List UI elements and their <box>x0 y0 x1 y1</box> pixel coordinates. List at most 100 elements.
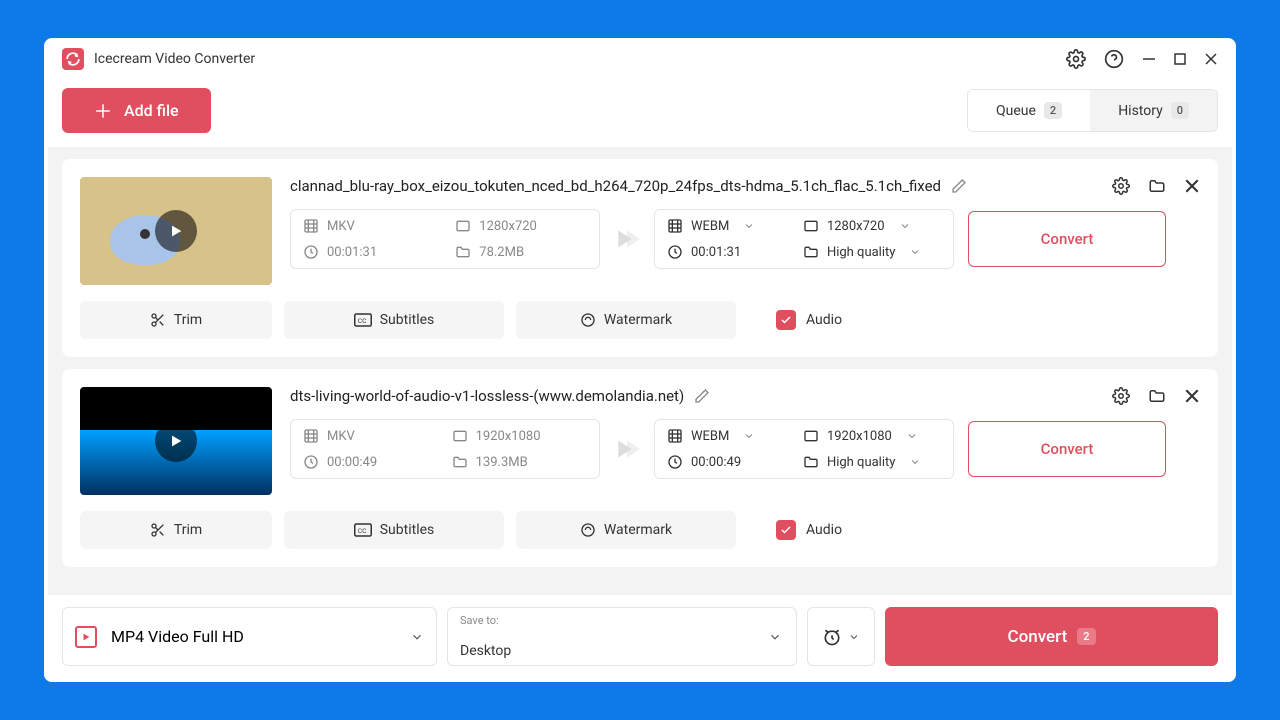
add-file-label: Add file <box>124 101 179 120</box>
audio-checkbox[interactable]: Audio <box>776 520 842 540</box>
source-info: MKV 1280x720 00:01:31 78.2MB <box>290 209 600 269</box>
tabs: Queue 2 History 0 <box>967 89 1218 132</box>
watermark-button[interactable]: Watermark <box>516 301 736 339</box>
clock-icon <box>667 244 683 260</box>
chevron-down-icon <box>768 630 782 644</box>
source-duration: 00:01:31 <box>327 245 377 260</box>
alarm-clock-icon <box>822 627 842 647</box>
audio-label: Audio <box>806 312 842 328</box>
clock-icon <box>303 454 319 470</box>
chevron-down-icon <box>909 246 921 258</box>
tab-queue[interactable]: Queue 2 <box>968 90 1090 131</box>
queue-list[interactable]: clannad_blu-ray_box_eizou_tokuten_nced_b… <box>48 147 1232 595</box>
video-thumbnail[interactable] <box>80 387 272 495</box>
chevron-down-icon <box>899 220 911 232</box>
arrow-right-icon <box>614 226 640 252</box>
chevron-down-icon <box>906 430 918 442</box>
chevron-down-icon <box>848 631 860 643</box>
remove-item-icon[interactable] <box>1184 387 1200 405</box>
check-icon <box>780 314 792 326</box>
svg-text:CC: CC <box>357 527 366 535</box>
trim-button[interactable]: Trim <box>80 511 272 549</box>
output-format-select[interactable]: WEBM <box>667 428 775 444</box>
output-quality-select[interactable]: High quality <box>803 454 941 470</box>
output-duration: 00:00:49 <box>667 454 775 470</box>
footer: MP4 Video Full HD Save to: Desktop Conve… <box>44 595 1236 682</box>
close-icon[interactable] <box>1204 52 1218 66</box>
app-window: Icecream Video Converter Add file Queue … <box>44 38 1236 682</box>
open-folder-icon[interactable] <box>1148 387 1166 405</box>
app-title: Icecream Video Converter <box>94 51 255 67</box>
source-resolution: 1920x1080 <box>476 429 541 444</box>
check-icon <box>780 524 792 536</box>
queue-badge: 2 <box>1044 102 1062 119</box>
open-folder-icon[interactable] <box>1148 177 1166 195</box>
item-settings-icon[interactable] <box>1112 387 1130 405</box>
saveto-label: Save to: <box>460 614 784 627</box>
settings-icon[interactable] <box>1066 49 1086 69</box>
schedule-button[interactable] <box>807 607 875 666</box>
source-size: 78.2MB <box>479 245 524 260</box>
folder-icon <box>455 244 471 260</box>
watermark-icon <box>580 312 596 328</box>
remove-item-icon[interactable] <box>1184 177 1200 195</box>
convert-item-button[interactable]: Convert <box>968 421 1166 477</box>
play-icon <box>155 420 197 462</box>
scissors-icon <box>150 522 166 538</box>
convert-item-button[interactable]: Convert <box>968 211 1166 267</box>
output-resolution-select[interactable]: 1920x1080 <box>803 428 941 444</box>
folder-icon <box>803 244 819 260</box>
minimize-icon[interactable] <box>1142 52 1156 66</box>
cc-icon: CC <box>354 523 372 537</box>
maximize-icon[interactable] <box>1174 53 1186 65</box>
source-size: 139.3MB <box>476 455 528 470</box>
video-preset-icon <box>75 626 97 648</box>
cc-icon: CC <box>354 313 372 327</box>
clock-icon <box>303 244 319 260</box>
tab-queue-label: Queue <box>996 103 1036 119</box>
output-duration: 00:01:31 <box>667 244 775 260</box>
add-file-button[interactable]: Add file <box>62 88 211 133</box>
output-info: WEBM 1280x720 00:01:31 High quality <box>654 209 954 269</box>
trim-button[interactable]: Trim <box>80 301 272 339</box>
preset-value: MP4 Video Full HD <box>111 627 244 646</box>
output-resolution-select[interactable]: 1280x720 <box>803 218 941 234</box>
tab-history-label: History <box>1118 103 1163 119</box>
app-logo-icon <box>62 48 84 70</box>
resolution-icon <box>455 218 471 234</box>
film-icon <box>303 218 319 234</box>
convert-all-label: Convert <box>1008 627 1068 647</box>
output-quality-select[interactable]: High quality <box>803 244 941 260</box>
convert-all-button[interactable]: Convert 2 <box>885 607 1218 666</box>
subtitles-button[interactable]: CCSubtitles <box>284 511 504 549</box>
audio-label: Audio <box>806 522 842 538</box>
output-info: WEBM 1920x1080 00:00:49 High quality <box>654 419 954 479</box>
file-title: clannad_blu-ray_box_eizou_tokuten_nced_b… <box>290 177 941 195</box>
source-duration: 00:00:49 <box>327 455 377 470</box>
watermark-button[interactable]: Watermark <box>516 511 736 549</box>
help-icon[interactable] <box>1104 49 1124 69</box>
subtitles-button[interactable]: CCSubtitles <box>284 301 504 339</box>
edit-title-icon[interactable] <box>694 388 710 404</box>
watermark-icon <box>580 522 596 538</box>
save-to-select[interactable]: Save to: Desktop <box>447 607 797 666</box>
output-preset-select[interactable]: MP4 Video Full HD <box>62 607 437 666</box>
source-resolution: 1280x720 <box>479 219 537 234</box>
film-icon <box>667 218 683 234</box>
resolution-icon <box>803 218 819 234</box>
chevron-down-icon <box>743 430 755 442</box>
saveto-value: Desktop <box>460 643 784 659</box>
arrow-right-icon <box>614 436 640 462</box>
convert-count-badge: 2 <box>1077 628 1095 645</box>
video-thumbnail[interactable] <box>80 177 272 285</box>
chevron-down-icon <box>410 630 424 644</box>
source-info: MKV 1920x1080 00:00:49 139.3MB <box>290 419 600 479</box>
tab-history[interactable]: History 0 <box>1090 90 1217 131</box>
edit-title-icon[interactable] <box>951 178 967 194</box>
output-format-select[interactable]: WEBM <box>667 218 775 234</box>
folder-icon <box>803 454 819 470</box>
scissors-icon <box>150 312 166 328</box>
item-settings-icon[interactable] <box>1112 177 1130 195</box>
source-format: MKV <box>327 429 355 444</box>
audio-checkbox[interactable]: Audio <box>776 310 842 330</box>
